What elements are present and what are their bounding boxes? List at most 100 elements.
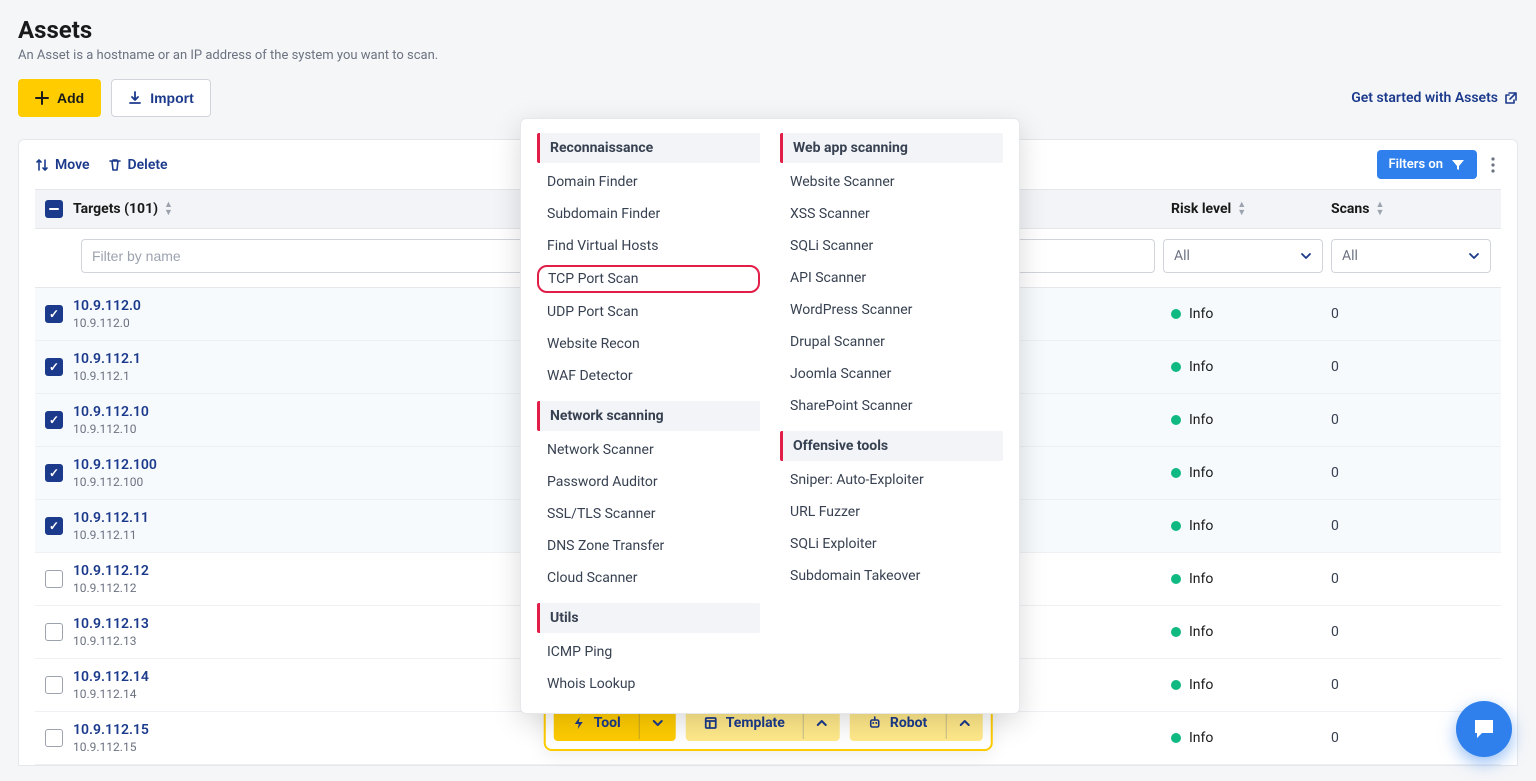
popover-item[interactable]: Network Scanner [537,437,760,463]
popover-item[interactable]: Cloud Scanner [537,565,760,591]
popover-item[interactable]: Joomla Scanner [780,361,1003,387]
row-risk: Info [1171,412,1331,428]
risk-dot-icon [1171,362,1181,372]
filter-scans-value: All [1342,248,1358,264]
tool-popover: Reconnaissance Domain Finder Subdomain Fin… [520,118,1020,714]
row-scans: 0 [1331,677,1491,693]
popover-item[interactable]: ICMP Ping [537,639,760,665]
row-checkbox[interactable] [45,305,63,323]
row-checkbox[interactable] [45,358,63,376]
row-scans: 0 [1331,465,1491,481]
get-started-label: Get started with Assets [1351,90,1498,106]
column-risk-label: Risk level [1171,201,1231,217]
popover-section-header: Offensive tools [780,431,1003,461]
filter-icon [1451,158,1465,172]
add-button[interactable]: Add [18,79,101,117]
move-label: Move [55,157,90,173]
row-risk: Info [1171,677,1331,693]
column-risk[interactable]: Risk level ▲▼ [1171,201,1331,217]
robot-button-label: Robot [890,715,927,731]
popover-item[interactable]: SQLi Exploiter [780,531,1003,557]
popover-item[interactable]: Domain Finder [537,169,760,195]
add-button-label: Add [57,90,84,106]
popover-item[interactable]: Website Recon [537,331,760,357]
risk-dot-icon [1171,627,1181,637]
import-button-label: Import [150,90,194,106]
row-scans: 0 [1331,412,1491,428]
chat-icon [1471,716,1497,742]
row-checkbox[interactable] [45,676,63,694]
move-icon [35,158,49,172]
risk-dot-icon [1171,574,1181,584]
popover-section-header: Utils [537,603,760,633]
row-checkbox[interactable] [45,517,63,535]
popover-section-header: Web app scanning [780,133,1003,163]
popover-item[interactable]: UDP Port Scan [537,299,760,325]
row-checkbox[interactable] [45,411,63,429]
row-checkbox[interactable] [45,464,63,482]
row-risk: Info [1171,359,1331,375]
popover-section-header: Reconnaissance [537,133,760,163]
popover-item[interactable]: Sniper: Auto-Exploiter [780,467,1003,493]
sort-icon: ▲▼ [1237,201,1246,217]
risk-dot-icon [1171,415,1181,425]
delete-button[interactable]: Delete [108,157,168,173]
row-checkbox[interactable] [45,623,63,641]
more-menu-button[interactable] [1485,153,1501,177]
column-scans[interactable]: Scans ▲▼ [1331,201,1491,217]
chevron-down-icon [1468,250,1480,262]
popover-item[interactable]: API Scanner [780,265,1003,291]
column-scans-label: Scans [1331,201,1369,217]
move-button[interactable]: Move [35,157,90,173]
page-title: Assets [18,16,1518,44]
popover-item[interactable]: Whois Lookup [537,671,760,697]
popover-section-header: Network scanning [537,401,760,431]
popover-item[interactable]: Website Scanner [780,169,1003,195]
row-scans: 0 [1331,518,1491,534]
row-scans: 0 [1331,306,1491,322]
external-link-icon [1504,91,1518,105]
popover-item[interactable]: DNS Zone Transfer [537,533,760,559]
risk-dot-icon [1171,468,1181,478]
download-icon [128,91,142,105]
sort-icon: ▲▼ [1375,201,1384,217]
risk-dot-icon [1171,521,1181,531]
row-risk: Info [1171,465,1331,481]
popover-item[interactable]: Subdomain Takeover [780,563,1003,589]
popover-item[interactable]: Drupal Scanner [780,329,1003,355]
row-risk: Info [1171,624,1331,640]
popover-item[interactable]: WordPress Scanner [780,297,1003,323]
robot-icon [868,716,882,730]
popover-item[interactable]: WAF Detector [537,363,760,389]
bolt-icon [572,716,586,730]
row-scans: 0 [1331,571,1491,587]
filters-toggle[interactable]: Filters on [1377,150,1477,179]
popover-item[interactable]: Subdomain Finder [537,201,760,227]
row-checkbox[interactable] [45,570,63,588]
row-checkbox[interactable] [45,729,63,747]
tool-button-label: Tool [594,715,621,731]
popover-item[interactable]: Password Auditor [537,469,760,495]
filter-risk-value: All [1174,248,1190,264]
popover-item[interactable]: URL Fuzzer [780,499,1003,525]
delete-label: Delete [128,157,168,173]
filter-scans-select[interactable]: All [1331,239,1491,273]
popover-item[interactable]: SharePoint Scanner [780,393,1003,419]
kebab-icon [1491,157,1495,173]
row-risk: Info [1171,306,1331,322]
popover-item[interactable]: TCP Port Scan [537,265,760,293]
filter-risk-select[interactable]: All [1163,239,1323,273]
chevron-down-icon [1300,250,1312,262]
row-risk: Info [1171,571,1331,587]
popover-item[interactable]: SQLi Scanner [780,233,1003,259]
popover-item[interactable]: XSS Scanner [780,201,1003,227]
risk-dot-icon [1171,309,1181,319]
sort-icon: ▲▼ [164,201,173,217]
popover-item[interactable]: SSL/TLS Scanner [537,501,760,527]
import-button[interactable]: Import [111,79,211,117]
get-started-link[interactable]: Get started with Assets [1351,90,1518,106]
chat-button[interactable] [1456,701,1512,757]
popover-item[interactable]: Find Virtual Hosts [537,233,760,259]
template-icon [704,716,718,730]
select-all-checkbox[interactable] [45,200,63,218]
